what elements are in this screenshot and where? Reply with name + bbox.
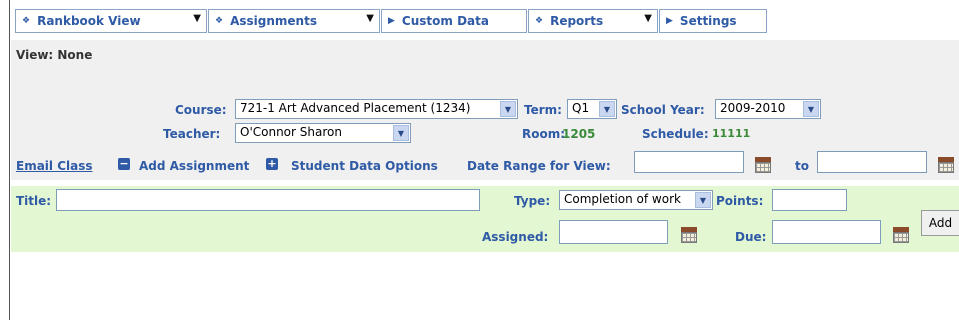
date-range-label: Date Range for View: [467,159,611,173]
schedule-value: 11111 [712,127,751,140]
chevron-down-icon: ▼ [695,192,711,208]
diamond-icon: ❖ [215,16,224,26]
add-assignment-button[interactable]: Add Assignment [139,159,249,173]
dropdown-arrow-icon: ▼ [366,13,374,24]
room-value: 1205 [562,127,596,141]
school-year-label: School Year: [621,103,705,117]
calendar-icon[interactable] [893,227,909,243]
tab-reports[interactable]: ❖ Reports ▼ [528,9,658,33]
chevron-down-icon: ▼ [803,101,819,117]
course-label: Course: [175,103,227,117]
teacher-value: O'Connor Sharon [240,125,342,139]
assigned-label: Assigned: [482,230,549,244]
date-range-end-input[interactable] [817,151,927,173]
email-class-link[interactable]: Email Class [16,159,93,173]
type-select[interactable]: Completion of work ▼ [559,190,713,210]
term-select[interactable]: Q1 ▼ [567,99,617,119]
due-label: Due: [735,230,767,244]
diamond-icon: ❖ [535,16,544,26]
view-label: View: None [16,48,93,62]
tab-assignments[interactable]: ❖ Assignments ▼ [208,9,380,33]
chevron-down-icon: ▼ [393,125,409,141]
expand-icon[interactable]: + [266,158,278,170]
course-select[interactable]: 721-1 Art Advanced Placement (1234) ▼ [235,99,518,119]
chevron-down-icon: ▼ [500,101,516,117]
title-label: Title: [16,194,52,208]
calendar-icon[interactable] [681,227,697,243]
calendar-icon[interactable] [938,157,954,173]
points-input[interactable] [772,189,847,211]
date-range-start-input[interactable] [634,151,744,173]
title-input[interactable] [56,189,480,211]
dropdown-arrow-icon: ▼ [193,13,201,24]
tab-label: Assignments [230,14,317,28]
due-date-input[interactable] [772,220,881,244]
term-label: Term: [524,103,562,117]
calendar-icon[interactable] [755,157,771,173]
tab-rankbook-view[interactable]: ❖ Rankbook View ▼ [15,9,207,33]
add-button[interactable]: Add [921,210,959,236]
play-icon: ▶ [388,16,395,26]
tab-label: Settings [679,14,737,28]
collapse-icon[interactable]: − [118,158,130,170]
teacher-select[interactable]: O'Connor Sharon ▼ [235,123,411,143]
chevron-down-icon: ▼ [599,101,615,117]
course-value: 721-1 Art Advanced Placement (1234) [240,101,471,115]
left-border [9,0,10,320]
points-label: Points: [716,194,764,208]
term-value: Q1 [572,101,590,115]
student-data-options-button[interactable]: Student Data Options [291,159,438,173]
tab-custom-data[interactable]: ▶ Custom Data [381,9,527,33]
to-label: to [795,159,809,173]
teacher-label: Teacher: [163,127,221,141]
tab-label: Rankbook View [37,14,141,28]
tab-settings[interactable]: ▶ Settings [659,9,767,33]
type-value: Completion of work [564,192,681,206]
school-year-select[interactable]: 2009-2010 ▼ [715,99,821,119]
play-icon: ▶ [666,16,673,26]
schedule-label: Schedule: [642,127,709,141]
diamond-icon: ❖ [22,16,31,26]
room-label: Room: [522,127,566,141]
school-year-value: 2009-2010 [720,101,786,115]
dropdown-arrow-icon: ▼ [644,13,652,24]
type-label: Type: [514,194,551,208]
assigned-date-input[interactable] [559,220,668,244]
tab-label: Custom Data [401,14,489,28]
tab-label: Reports [550,14,604,28]
